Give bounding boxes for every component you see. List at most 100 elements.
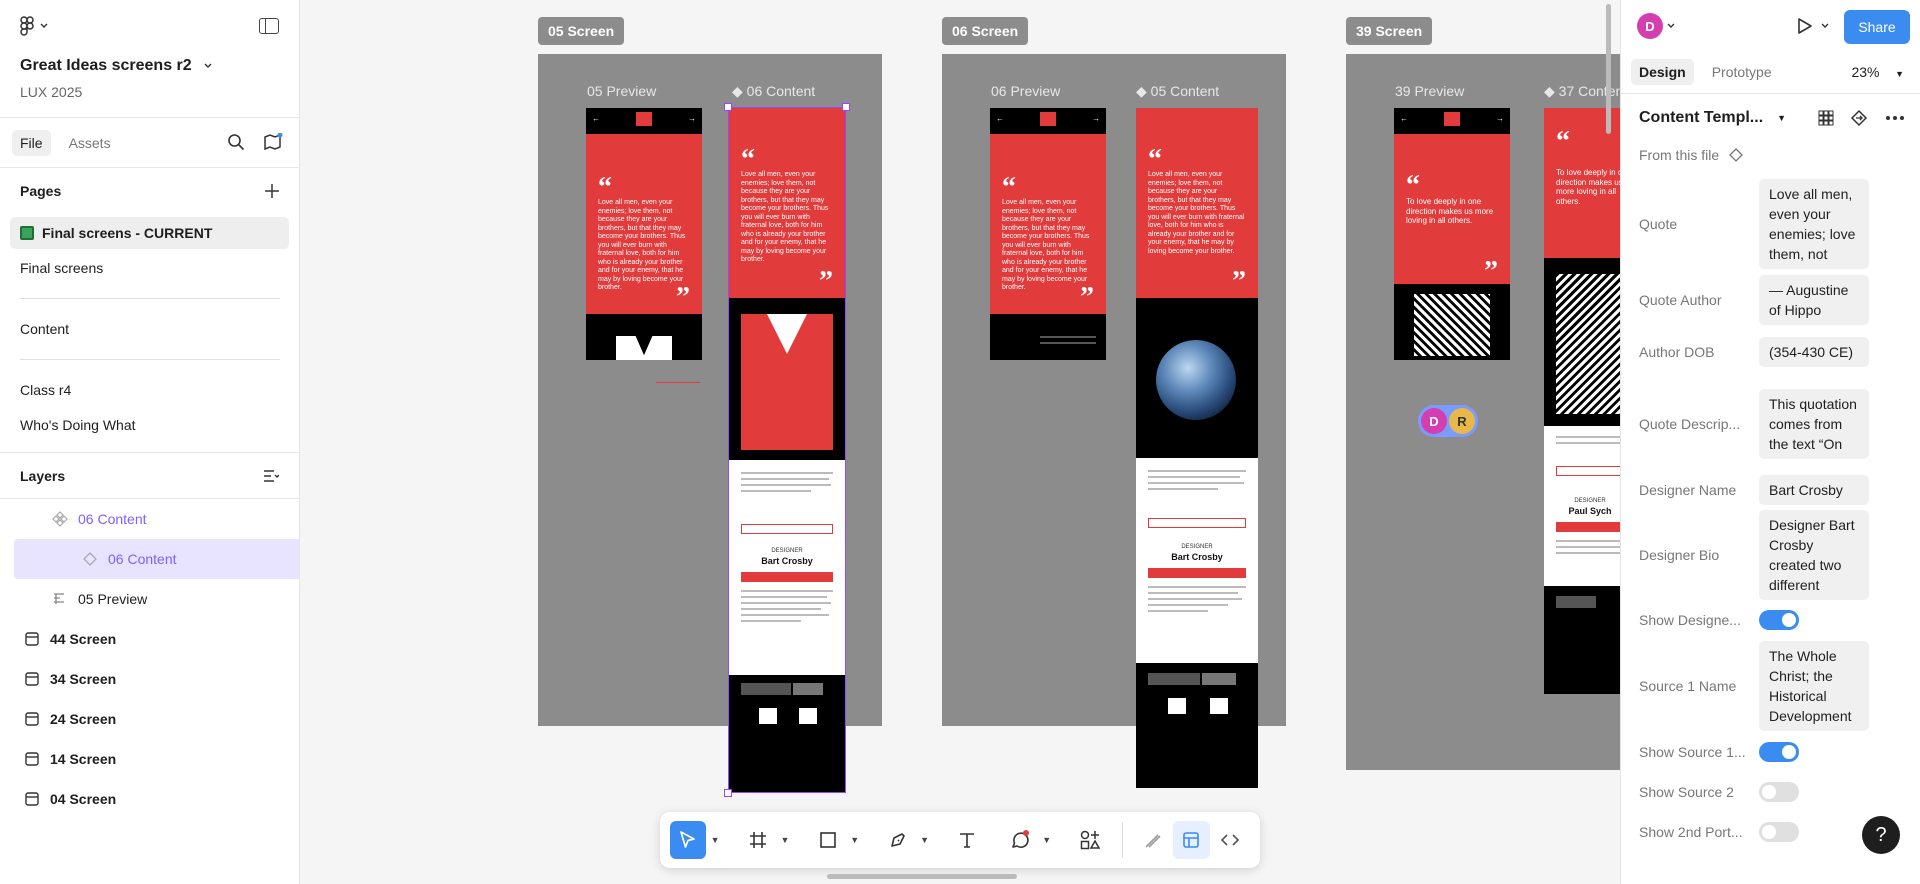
tab-assets[interactable]: Assets [61, 130, 119, 156]
chevron-down-icon[interactable]: ▼ [1777, 113, 1786, 123]
chevron-down-icon[interactable] [1821, 23, 1829, 29]
mock-logo [1040, 112, 1056, 126]
more-options-icon[interactable] [1886, 116, 1904, 120]
chevron-down-icon[interactable] [1667, 23, 1675, 29]
shape-tool-button[interactable] [810, 821, 846, 859]
page-item-whos-doing-what[interactable]: Who's Doing What [10, 409, 289, 441]
avatar[interactable]: R [1449, 408, 1475, 434]
avatar[interactable]: D [1421, 408, 1447, 434]
search-icon[interactable] [227, 133, 245, 151]
add-page-icon[interactable] [265, 184, 279, 198]
prop-label: Author DOB [1639, 344, 1715, 360]
frame-label-05-screen[interactable]: 05 Screen [538, 17, 625, 45]
layer-row[interactable]: 44 Screen [0, 619, 299, 659]
chevron-down-icon[interactable]: ▼ [848, 835, 861, 845]
layer-row[interactable]: 14 Screen [0, 739, 299, 779]
share-button[interactable]: Share [1844, 10, 1910, 44]
prop-source-1-name-input[interactable]: The Whole Christ; the Historical Develop… [1759, 641, 1869, 731]
library-book-icon[interactable] [263, 133, 283, 151]
layer-row[interactable]: 34 Screen [0, 659, 299, 699]
main-menu-button[interactable] [20, 16, 48, 36]
mock-red-line [656, 382, 700, 383]
chevron-down-icon[interactable]: ▼ [1040, 835, 1053, 845]
resize-handle[interactable] [724, 103, 732, 111]
chevron-down-icon[interactable]: ▼ [918, 835, 931, 845]
prop-designer-name-input[interactable]: Bart Crosby [1759, 475, 1869, 505]
mock-red-panel: “ Love all men, even your enemies; love … [990, 134, 1106, 314]
tab-prototype[interactable]: Prototype [1704, 59, 1780, 85]
frame-06-screen[interactable]: 06 Preview ◆ 05 Content ← → “ Love all me… [942, 54, 1286, 788]
tab-file[interactable]: File [12, 129, 51, 156]
content-thumbnail[interactable]: “ Love all men, even your enemies; love … [1136, 108, 1258, 788]
prop-label: Show Designe... [1639, 612, 1741, 628]
mock-text-line [1148, 470, 1246, 472]
prop-quote-input[interactable]: Love all men, even your enemies; love th… [1759, 179, 1869, 269]
file-title-text: Great Ideas screens r2 [20, 57, 192, 74]
show-2nd-portrait-toggle[interactable] [1759, 822, 1799, 842]
comment-tool-button[interactable] [1002, 821, 1038, 859]
show-source-1-toggle[interactable] [1759, 742, 1799, 762]
frame-05-screen[interactable]: 05 Preview ◆ 06 Content ← → “ Love all me… [538, 54, 882, 797]
layer-row[interactable]: 24 Screen [0, 699, 299, 739]
layer-row[interactable]: 05 Preview [0, 579, 299, 619]
layer-row[interactable]: 06 Content [0, 499, 299, 539]
mock-quote-text: Love all men, even your enemies; love th… [1148, 171, 1245, 255]
vertical-scrollbar[interactable] [1606, 4, 1611, 134]
earth-image [1156, 340, 1236, 420]
page-item-final-screens[interactable]: Final screens [10, 252, 289, 284]
layer-label: 44 Screen [50, 631, 117, 647]
play-icon[interactable] [1797, 17, 1813, 35]
go-to-main-component-icon[interactable] [1850, 109, 1868, 127]
page-item-class-r4[interactable]: Class r4 [10, 374, 289, 406]
frame-label-39-screen[interactable]: 39 Screen [1346, 17, 1433, 45]
design-mode-button[interactable] [1173, 821, 1210, 859]
prop-label: Show 2nd Port... [1639, 824, 1743, 840]
frame-icon [25, 752, 39, 766]
prop-quote-description-input[interactable]: This quotation comes from the text “On [1759, 389, 1869, 459]
frame-tool-button[interactable] [740, 821, 776, 859]
move-tool-button[interactable] [670, 821, 707, 859]
pages-header: Pages [0, 168, 299, 214]
content-thumbnail[interactable]: “ To love deeply in one direction makes … [1544, 108, 1620, 694]
actions-tool-button[interactable] [1071, 821, 1107, 859]
mock-red-panel: “ Love all men, even your enemies; love … [586, 134, 702, 314]
layer-row[interactable]: 04 Screen [0, 779, 299, 819]
frame-label-06-screen[interactable]: 06 Screen [942, 17, 1029, 45]
collaborator-avatars[interactable]: D R [1418, 405, 1478, 437]
page-item-final-screens-current[interactable]: Final screens - CURRENT [10, 217, 289, 249]
page-item-content[interactable]: Content [10, 313, 289, 345]
chevron-down-icon[interactable]: ▼ [778, 835, 791, 845]
tab-design[interactable]: Design [1631, 58, 1694, 85]
component-header: Content Templ... ▼ [1621, 94, 1920, 142]
prop-quote-author-input[interactable]: — Augustine of Hippo [1759, 275, 1869, 325]
mock-footer-logo [1556, 596, 1596, 608]
chevron-down-icon[interactable]: ▼ [708, 835, 721, 845]
selection-box[interactable] [728, 107, 846, 793]
avatar[interactable]: D [1637, 13, 1663, 39]
frame-39-screen[interactable]: 39 Preview ◆ 37 Content ←→ “ To love dee… [1346, 54, 1620, 770]
horizontal-scrollbar[interactable] [827, 874, 1017, 879]
prop-author-dob-input[interactable]: (354-430 CE) [1759, 337, 1869, 367]
file-title[interactable]: Great Ideas screens r2 [20, 57, 212, 75]
prop-designer-bio-input[interactable]: Designer Bart Crosby created two differe… [1759, 510, 1869, 600]
collapse-layers-icon[interactable] [263, 469, 279, 483]
grid-icon[interactable] [1818, 110, 1834, 126]
preview-thumbnail[interactable]: ← → “ To love deeply in one direction mak… [1394, 108, 1510, 360]
resize-handle[interactable] [724, 789, 732, 797]
sidebar-toggle-icon[interactable] [259, 18, 279, 34]
help-button[interactable]: ? [1862, 816, 1900, 854]
text-tool-button[interactable] [949, 821, 985, 859]
dev-mode-button[interactable] [1212, 821, 1248, 859]
canvas[interactable]: 05 Screen 05 Preview ◆ 06 Content ← → “ L… [300, 0, 1620, 884]
preview-thumbnail[interactable]: ← → “ Love all men, even your enemies; lo… [586, 108, 702, 360]
mock-text-line [1556, 552, 1620, 554]
draw-mode-button[interactable] [1135, 821, 1171, 859]
show-designer-toggle[interactable] [1759, 610, 1799, 630]
pen-tool-button[interactable] [879, 821, 915, 859]
layer-row-selected[interactable]: 06 Content [14, 539, 299, 579]
component-name[interactable]: Content Templ... [1639, 109, 1763, 127]
preview-thumbnail[interactable]: ← → “ Love all men, even your enemies; lo… [990, 108, 1106, 360]
zoom-dropdown[interactable]: 23% ▼ [1851, 64, 1904, 80]
resize-handle[interactable] [842, 103, 850, 111]
show-source-2-toggle[interactable] [1759, 782, 1799, 802]
